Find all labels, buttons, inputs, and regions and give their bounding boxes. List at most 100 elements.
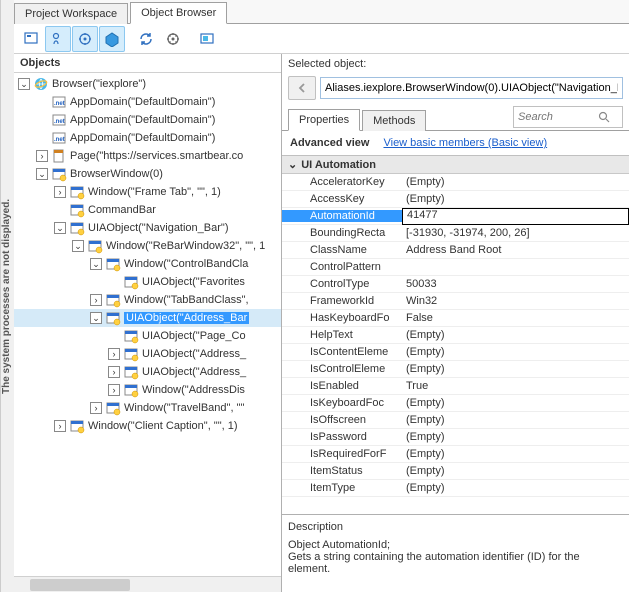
prop-row[interactable]: AcceleratorKey(Empty) bbox=[282, 174, 629, 191]
tree-row[interactable]: › Window("AddressDis bbox=[14, 381, 281, 399]
tree-item-label: Browser("iexplore") bbox=[52, 78, 146, 90]
tree-row[interactable]: ›UIAObject("Address_ bbox=[14, 363, 281, 381]
prop-name: FrameworkId bbox=[282, 295, 402, 307]
prop-row[interactable]: IsEnabledTrue bbox=[282, 378, 629, 395]
prop-value: (Empty) bbox=[402, 431, 629, 443]
tab-object-browser[interactable]: Object Browser bbox=[130, 2, 227, 24]
net-icon: .net bbox=[51, 94, 67, 110]
tree-row[interactable]: ›Page("https://services.smartbear.co bbox=[14, 147, 281, 165]
svg-text:.net: .net bbox=[54, 101, 65, 107]
search-input[interactable] bbox=[518, 111, 598, 123]
selected-object-input[interactable] bbox=[320, 77, 623, 99]
collapse-icon[interactable]: ⌄ bbox=[72, 240, 84, 252]
collapse-icon[interactable]: ⌄ bbox=[18, 78, 30, 90]
expand-icon[interactable]: › bbox=[108, 348, 120, 360]
tree-row[interactable]: ⌄UIAObject("Navigation_Bar") bbox=[14, 219, 281, 237]
prop-value: (Empty) bbox=[402, 193, 629, 205]
tree-row[interactable]: UIAObject("Page_Co bbox=[14, 327, 281, 345]
basic-view-link[interactable]: View basic members (Basic view) bbox=[383, 137, 547, 149]
screen-btn[interactable] bbox=[194, 26, 220, 52]
tree-row[interactable]: ›Window("Client Caption", "", 1) bbox=[14, 417, 281, 435]
description-line1: Object AutomationId; bbox=[288, 539, 623, 551]
tree-row[interactable]: ⌄UIAObject("Address_Bar bbox=[14, 309, 281, 327]
search-box[interactable] bbox=[513, 106, 623, 128]
properties-grid[interactable]: ⌄ UI Automation AcceleratorKey(Empty)Acc… bbox=[282, 155, 629, 514]
prop-row[interactable]: IsRequiredForF(Empty) bbox=[282, 446, 629, 463]
main-tabs: Project WorkspaceObject Browser bbox=[14, 0, 629, 24]
win-icon bbox=[51, 166, 67, 182]
tab-project-workspace[interactable]: Project Workspace bbox=[14, 3, 128, 24]
expand-icon[interactable]: › bbox=[90, 294, 102, 306]
subtab-methods[interactable]: Methods bbox=[362, 110, 426, 131]
prop-row[interactable]: ItemStatus(Empty) bbox=[282, 463, 629, 480]
win-icon bbox=[105, 310, 121, 326]
prop-value: Win32 bbox=[402, 295, 629, 307]
svg-text:.net: .net bbox=[54, 137, 65, 143]
collapse-icon[interactable]: ⌄ bbox=[54, 222, 66, 234]
back-button[interactable] bbox=[288, 76, 316, 100]
tree-item-label: Window("TravelBand", "" bbox=[124, 402, 244, 414]
collapse-icon[interactable]: ⌄ bbox=[90, 312, 102, 324]
prop-row[interactable]: ItemType(Empty) bbox=[282, 480, 629, 497]
description-header: Description bbox=[288, 519, 623, 539]
tree-row[interactable]: ›UIAObject("Address_ bbox=[14, 345, 281, 363]
prop-row[interactable]: AutomationId41477 bbox=[282, 208, 629, 225]
prop-row[interactable]: IsContentEleme(Empty) bbox=[282, 344, 629, 361]
prop-name: HasKeyboardFo bbox=[282, 312, 402, 324]
collapse-icon[interactable]: ⌄ bbox=[36, 168, 48, 180]
expand-icon[interactable]: › bbox=[108, 384, 120, 396]
expand-icon[interactable]: › bbox=[108, 366, 120, 378]
tree-row[interactable]: .netAppDomain("DefaultDomain") bbox=[14, 129, 281, 147]
refresh-btn[interactable] bbox=[133, 26, 159, 52]
filter-btn-1[interactable] bbox=[18, 26, 44, 52]
prop-group-header[interactable]: ⌄ UI Automation bbox=[282, 156, 629, 174]
tree-row[interactable]: .netAppDomain("DefaultDomain") bbox=[14, 93, 281, 111]
subtab-properties[interactable]: Properties bbox=[288, 109, 360, 131]
description-line2: Gets a string containing the automation … bbox=[288, 551, 623, 575]
expander-spacer bbox=[36, 132, 48, 144]
net-icon: .net bbox=[51, 130, 67, 146]
prop-row[interactable]: IsOffscreen(Empty) bbox=[282, 412, 629, 429]
ie-icon bbox=[33, 76, 49, 92]
prop-row[interactable]: HasKeyboardFoFalse bbox=[282, 310, 629, 327]
prop-row[interactable]: HelpText(Empty) bbox=[282, 327, 629, 344]
prop-row[interactable]: IsPassword(Empty) bbox=[282, 429, 629, 446]
prop-value: 41477 bbox=[402, 208, 629, 225]
tree-row[interactable]: ⌄Window("ControlBandCla bbox=[14, 255, 281, 273]
prop-row[interactable]: IsKeyboardFoc(Empty) bbox=[282, 395, 629, 412]
expand-icon[interactable]: › bbox=[90, 402, 102, 414]
filter-btn-3[interactable] bbox=[72, 26, 98, 52]
expand-icon[interactable]: › bbox=[54, 420, 66, 432]
win-icon bbox=[123, 382, 139, 398]
tree-row[interactable]: CommandBar bbox=[14, 201, 281, 219]
description-panel: Description Object AutomationId; Gets a … bbox=[282, 514, 629, 592]
tree-row[interactable]: UIAObject("Favorites bbox=[14, 273, 281, 291]
tree-row[interactable]: .netAppDomain("DefaultDomain") bbox=[14, 111, 281, 129]
collapse-icon[interactable]: ⌄ bbox=[90, 258, 102, 270]
prop-row[interactable]: ClassNameAddress Band Root bbox=[282, 242, 629, 259]
tree-row[interactable]: ⌄Window("ReBarWindow32", "", 1 bbox=[14, 237, 281, 255]
prop-row[interactable]: ControlPattern bbox=[282, 259, 629, 276]
object-tree[interactable]: ⌄ Browser("iexplore") .netAppDomain("Defau… bbox=[14, 73, 281, 576]
expand-icon[interactable]: › bbox=[54, 186, 66, 198]
prop-row[interactable]: IsControlEleme(Empty) bbox=[282, 361, 629, 378]
tree-row[interactable]: ›Window("Frame Tab", "", 1) bbox=[14, 183, 281, 201]
tree-row[interactable]: ⌄ Browser("iexplore") bbox=[14, 75, 281, 93]
tree-hscroll[interactable] bbox=[14, 576, 281, 592]
tree-row[interactable]: ⌄BrowserWindow(0) bbox=[14, 165, 281, 183]
tree-row[interactable]: › Window("TravelBand", "" bbox=[14, 399, 281, 417]
prop-row[interactable]: FrameworkIdWin32 bbox=[282, 293, 629, 310]
settings-btn[interactable] bbox=[160, 26, 186, 52]
prop-name: IsOffscreen bbox=[282, 414, 402, 426]
prop-row[interactable]: ControlType50033 bbox=[282, 276, 629, 293]
tree-item-label: Window("AddressDis bbox=[142, 384, 245, 396]
net-icon: .net bbox=[51, 112, 67, 128]
prop-row[interactable]: AccessKey(Empty) bbox=[282, 191, 629, 208]
filter-btn-2[interactable] bbox=[45, 26, 71, 52]
prop-row[interactable]: BoundingRecta[-31930, -31974, 200, 26] bbox=[282, 225, 629, 242]
prop-name: AutomationId bbox=[282, 210, 402, 222]
expand-icon[interactable]: › bbox=[36, 150, 48, 162]
prop-value: (Empty) bbox=[402, 176, 629, 188]
filter-btn-4[interactable] bbox=[99, 26, 125, 52]
tree-row[interactable]: ›Window("TabBandClass", bbox=[14, 291, 281, 309]
